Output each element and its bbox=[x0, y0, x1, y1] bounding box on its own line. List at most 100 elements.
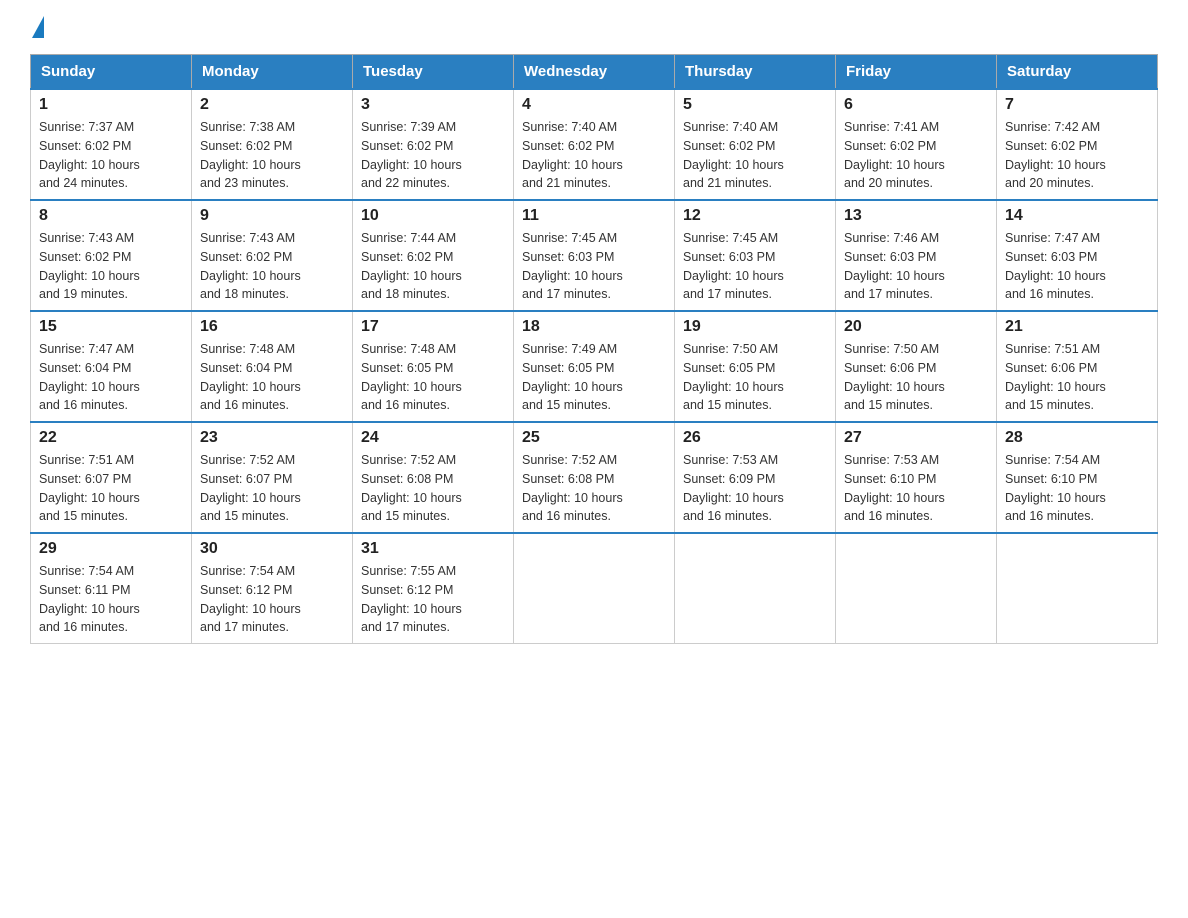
calendar-day-cell: 15 Sunrise: 7:47 AM Sunset: 6:04 PM Dayl… bbox=[31, 311, 192, 422]
calendar-day-cell: 5 Sunrise: 7:40 AM Sunset: 6:02 PM Dayli… bbox=[675, 89, 836, 200]
calendar-day-cell: 31 Sunrise: 7:55 AM Sunset: 6:12 PM Dayl… bbox=[353, 533, 514, 644]
day-number: 5 bbox=[683, 96, 827, 114]
day-info: Sunrise: 7:52 AM Sunset: 6:08 PM Dayligh… bbox=[522, 451, 666, 526]
day-info: Sunrise: 7:53 AM Sunset: 6:09 PM Dayligh… bbox=[683, 451, 827, 526]
logo bbox=[30, 20, 44, 38]
calendar-day-cell: 9 Sunrise: 7:43 AM Sunset: 6:02 PM Dayli… bbox=[192, 200, 353, 311]
calendar-day-cell: 1 Sunrise: 7:37 AM Sunset: 6:02 PM Dayli… bbox=[31, 89, 192, 200]
day-number: 6 bbox=[844, 96, 988, 114]
day-info: Sunrise: 7:37 AM Sunset: 6:02 PM Dayligh… bbox=[39, 118, 183, 193]
day-of-week-header: Tuesday bbox=[353, 55, 514, 90]
calendar-header-row: SundayMondayTuesdayWednesdayThursdayFrid… bbox=[31, 55, 1158, 90]
calendar-day-cell: 18 Sunrise: 7:49 AM Sunset: 6:05 PM Dayl… bbox=[514, 311, 675, 422]
day-number: 24 bbox=[361, 429, 505, 447]
day-number: 20 bbox=[844, 318, 988, 336]
day-info: Sunrise: 7:48 AM Sunset: 6:04 PM Dayligh… bbox=[200, 340, 344, 415]
day-number: 4 bbox=[522, 96, 666, 114]
day-info: Sunrise: 7:42 AM Sunset: 6:02 PM Dayligh… bbox=[1005, 118, 1149, 193]
calendar-day-cell: 11 Sunrise: 7:45 AM Sunset: 6:03 PM Dayl… bbox=[514, 200, 675, 311]
calendar-day-cell: 17 Sunrise: 7:48 AM Sunset: 6:05 PM Dayl… bbox=[353, 311, 514, 422]
logo-triangle-icon bbox=[32, 16, 44, 38]
calendar-day-cell: 16 Sunrise: 7:48 AM Sunset: 6:04 PM Dayl… bbox=[192, 311, 353, 422]
day-info: Sunrise: 7:47 AM Sunset: 6:04 PM Dayligh… bbox=[39, 340, 183, 415]
day-info: Sunrise: 7:40 AM Sunset: 6:02 PM Dayligh… bbox=[522, 118, 666, 193]
day-info: Sunrise: 7:51 AM Sunset: 6:06 PM Dayligh… bbox=[1005, 340, 1149, 415]
calendar-day-cell: 20 Sunrise: 7:50 AM Sunset: 6:06 PM Dayl… bbox=[836, 311, 997, 422]
day-number: 30 bbox=[200, 540, 344, 558]
calendar-day-cell: 23 Sunrise: 7:52 AM Sunset: 6:07 PM Dayl… bbox=[192, 422, 353, 533]
day-number: 25 bbox=[522, 429, 666, 447]
day-number: 18 bbox=[522, 318, 666, 336]
day-info: Sunrise: 7:40 AM Sunset: 6:02 PM Dayligh… bbox=[683, 118, 827, 193]
day-info: Sunrise: 7:52 AM Sunset: 6:08 PM Dayligh… bbox=[361, 451, 505, 526]
calendar-week-row: 15 Sunrise: 7:47 AM Sunset: 6:04 PM Dayl… bbox=[31, 311, 1158, 422]
day-info: Sunrise: 7:49 AM Sunset: 6:05 PM Dayligh… bbox=[522, 340, 666, 415]
day-info: Sunrise: 7:39 AM Sunset: 6:02 PM Dayligh… bbox=[361, 118, 505, 193]
day-info: Sunrise: 7:54 AM Sunset: 6:12 PM Dayligh… bbox=[200, 562, 344, 637]
day-number: 16 bbox=[200, 318, 344, 336]
day-number: 13 bbox=[844, 207, 988, 225]
calendar-week-row: 1 Sunrise: 7:37 AM Sunset: 6:02 PM Dayli… bbox=[31, 89, 1158, 200]
calendar-table: SundayMondayTuesdayWednesdayThursdayFrid… bbox=[30, 54, 1158, 644]
day-of-week-header: Thursday bbox=[675, 55, 836, 90]
calendar-day-cell: 19 Sunrise: 7:50 AM Sunset: 6:05 PM Dayl… bbox=[675, 311, 836, 422]
day-info: Sunrise: 7:51 AM Sunset: 6:07 PM Dayligh… bbox=[39, 451, 183, 526]
calendar-day-cell: 13 Sunrise: 7:46 AM Sunset: 6:03 PM Dayl… bbox=[836, 200, 997, 311]
day-info: Sunrise: 7:50 AM Sunset: 6:05 PM Dayligh… bbox=[683, 340, 827, 415]
calendar-day-cell bbox=[997, 533, 1158, 644]
calendar-day-cell: 4 Sunrise: 7:40 AM Sunset: 6:02 PM Dayli… bbox=[514, 89, 675, 200]
day-number: 10 bbox=[361, 207, 505, 225]
calendar-day-cell: 29 Sunrise: 7:54 AM Sunset: 6:11 PM Dayl… bbox=[31, 533, 192, 644]
day-number: 27 bbox=[844, 429, 988, 447]
calendar-day-cell: 25 Sunrise: 7:52 AM Sunset: 6:08 PM Dayl… bbox=[514, 422, 675, 533]
day-info: Sunrise: 7:43 AM Sunset: 6:02 PM Dayligh… bbox=[39, 229, 183, 304]
day-info: Sunrise: 7:55 AM Sunset: 6:12 PM Dayligh… bbox=[361, 562, 505, 637]
day-number: 29 bbox=[39, 540, 183, 558]
calendar-day-cell: 10 Sunrise: 7:44 AM Sunset: 6:02 PM Dayl… bbox=[353, 200, 514, 311]
day-info: Sunrise: 7:53 AM Sunset: 6:10 PM Dayligh… bbox=[844, 451, 988, 526]
calendar-day-cell: 22 Sunrise: 7:51 AM Sunset: 6:07 PM Dayl… bbox=[31, 422, 192, 533]
calendar-day-cell: 3 Sunrise: 7:39 AM Sunset: 6:02 PM Dayli… bbox=[353, 89, 514, 200]
page-header bbox=[30, 20, 1158, 38]
day-number: 26 bbox=[683, 429, 827, 447]
day-info: Sunrise: 7:47 AM Sunset: 6:03 PM Dayligh… bbox=[1005, 229, 1149, 304]
calendar-day-cell: 6 Sunrise: 7:41 AM Sunset: 6:02 PM Dayli… bbox=[836, 89, 997, 200]
day-number: 31 bbox=[361, 540, 505, 558]
calendar-day-cell bbox=[675, 533, 836, 644]
day-info: Sunrise: 7:48 AM Sunset: 6:05 PM Dayligh… bbox=[361, 340, 505, 415]
calendar-day-cell: 24 Sunrise: 7:52 AM Sunset: 6:08 PM Dayl… bbox=[353, 422, 514, 533]
day-of-week-header: Friday bbox=[836, 55, 997, 90]
day-number: 28 bbox=[1005, 429, 1149, 447]
calendar-day-cell bbox=[514, 533, 675, 644]
day-number: 22 bbox=[39, 429, 183, 447]
day-number: 3 bbox=[361, 96, 505, 114]
day-info: Sunrise: 7:52 AM Sunset: 6:07 PM Dayligh… bbox=[200, 451, 344, 526]
day-number: 21 bbox=[1005, 318, 1149, 336]
day-info: Sunrise: 7:45 AM Sunset: 6:03 PM Dayligh… bbox=[522, 229, 666, 304]
day-info: Sunrise: 7:43 AM Sunset: 6:02 PM Dayligh… bbox=[200, 229, 344, 304]
calendar-week-row: 8 Sunrise: 7:43 AM Sunset: 6:02 PM Dayli… bbox=[31, 200, 1158, 311]
calendar-day-cell: 26 Sunrise: 7:53 AM Sunset: 6:09 PM Dayl… bbox=[675, 422, 836, 533]
calendar-week-row: 29 Sunrise: 7:54 AM Sunset: 6:11 PM Dayl… bbox=[31, 533, 1158, 644]
calendar-day-cell bbox=[836, 533, 997, 644]
calendar-day-cell: 2 Sunrise: 7:38 AM Sunset: 6:02 PM Dayli… bbox=[192, 89, 353, 200]
day-number: 15 bbox=[39, 318, 183, 336]
day-info: Sunrise: 7:38 AM Sunset: 6:02 PM Dayligh… bbox=[200, 118, 344, 193]
day-number: 19 bbox=[683, 318, 827, 336]
day-number: 17 bbox=[361, 318, 505, 336]
day-number: 23 bbox=[200, 429, 344, 447]
day-number: 11 bbox=[522, 207, 666, 225]
calendar-day-cell: 7 Sunrise: 7:42 AM Sunset: 6:02 PM Dayli… bbox=[997, 89, 1158, 200]
calendar-day-cell: 12 Sunrise: 7:45 AM Sunset: 6:03 PM Dayl… bbox=[675, 200, 836, 311]
day-number: 12 bbox=[683, 207, 827, 225]
day-number: 14 bbox=[1005, 207, 1149, 225]
day-info: Sunrise: 7:46 AM Sunset: 6:03 PM Dayligh… bbox=[844, 229, 988, 304]
day-info: Sunrise: 7:54 AM Sunset: 6:10 PM Dayligh… bbox=[1005, 451, 1149, 526]
day-number: 1 bbox=[39, 96, 183, 114]
day-number: 2 bbox=[200, 96, 344, 114]
day-of-week-header: Monday bbox=[192, 55, 353, 90]
calendar-week-row: 22 Sunrise: 7:51 AM Sunset: 6:07 PM Dayl… bbox=[31, 422, 1158, 533]
calendar-day-cell: 27 Sunrise: 7:53 AM Sunset: 6:10 PM Dayl… bbox=[836, 422, 997, 533]
calendar-day-cell: 21 Sunrise: 7:51 AM Sunset: 6:06 PM Dayl… bbox=[997, 311, 1158, 422]
calendar-day-cell: 28 Sunrise: 7:54 AM Sunset: 6:10 PM Dayl… bbox=[997, 422, 1158, 533]
